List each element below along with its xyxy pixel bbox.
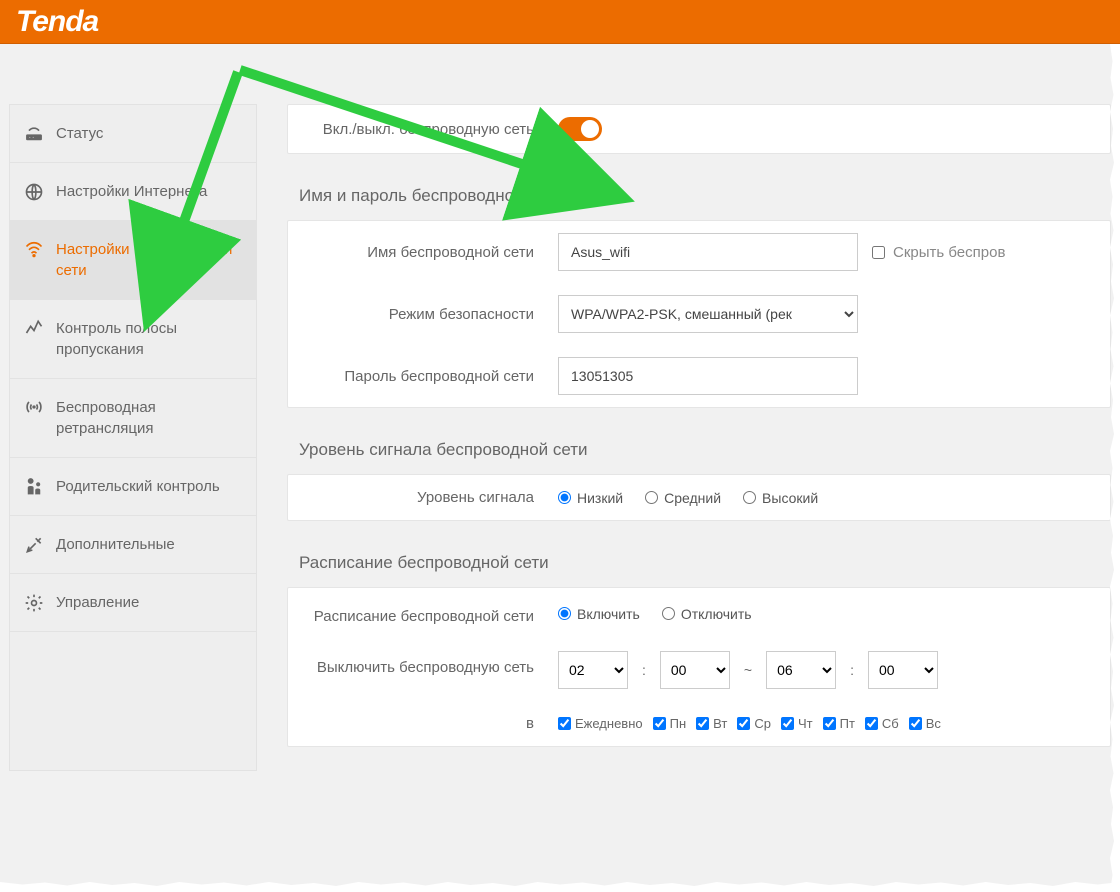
from-min-select[interactable]: 00 bbox=[660, 651, 730, 689]
signal-high-option[interactable]: Высокий bbox=[743, 490, 818, 506]
ssid-input[interactable] bbox=[558, 233, 858, 271]
schedule-label: Расписание беспроводной сети bbox=[308, 600, 534, 627]
day-sat-cb[interactable] bbox=[865, 717, 878, 730]
sidebar-item-internet[interactable]: Настройки Интернета bbox=[10, 163, 256, 221]
sidebar-item-advanced[interactable]: Дополнительные bbox=[10, 516, 256, 574]
from-hour-select[interactable]: 02 bbox=[558, 651, 628, 689]
sidebar-item-repeater[interactable]: Беспроводная ретрансляция bbox=[10, 379, 256, 458]
day-tue-label: Вт bbox=[713, 716, 727, 731]
password-label: Пароль беспроводной сети bbox=[308, 366, 534, 387]
signal-high-radio[interactable] bbox=[743, 491, 756, 504]
day-wed-cb[interactable] bbox=[737, 717, 750, 730]
hide-ssid-label: Скрыть беспров bbox=[893, 244, 1005, 261]
sidebar-item-label: Родительский контроль bbox=[56, 476, 220, 497]
chart-icon bbox=[24, 318, 44, 338]
day-daily-cb[interactable] bbox=[558, 717, 571, 730]
days-row: Ежедневно Пн Вт Ср Чт Пт Сб Вс bbox=[558, 716, 1090, 731]
sidebar-item-label: Управление bbox=[56, 592, 139, 613]
schedule-on-option[interactable]: Включить bbox=[558, 606, 640, 622]
day-wed-label: Ср bbox=[754, 716, 771, 731]
sidebar-item-label: Настройки беспроводной сети bbox=[56, 239, 242, 281]
schedule-off-label: Отключить bbox=[681, 606, 752, 622]
repeater-icon bbox=[24, 397, 44, 417]
sidebar-item-wifi[interactable]: Настройки беспроводной сети bbox=[10, 221, 256, 300]
sidebar-item-management[interactable]: Управление bbox=[10, 574, 256, 632]
schedule-on-label: Включить bbox=[577, 606, 640, 622]
tools-icon bbox=[24, 535, 44, 555]
ssid-label: Имя беспроводной сети bbox=[308, 242, 534, 263]
wifi-toggle-label: Вкл./выкл. беспроводную сеть bbox=[308, 119, 534, 140]
day-fri-label: Пт bbox=[840, 716, 855, 731]
section-title-signal: Уровень сигнала беспроводной сети bbox=[287, 432, 1111, 474]
day-wed[interactable]: Ср bbox=[737, 716, 771, 731]
day-daily[interactable]: Ежедневно bbox=[558, 716, 643, 731]
day-tue-cb[interactable] bbox=[696, 717, 709, 730]
signal-radios: Низкий Средний Высокий bbox=[558, 490, 1090, 506]
section-title-name: Имя и пароль беспроводной сети bbox=[287, 178, 1111, 220]
signal-label: Уровень сигнала bbox=[308, 487, 534, 508]
day-sun[interactable]: Вс bbox=[909, 716, 941, 731]
day-mon[interactable]: Пн bbox=[653, 716, 687, 731]
sidebar-item-label: Дополнительные bbox=[56, 534, 175, 555]
sidebar-item-label: Беспроводная ретрансляция bbox=[56, 397, 242, 439]
torn-edge-bottom bbox=[0, 882, 1120, 892]
day-mon-label: Пн bbox=[670, 716, 687, 731]
colon-sep: : bbox=[642, 662, 646, 678]
hide-ssid-checkbox[interactable] bbox=[872, 246, 885, 259]
day-mon-cb[interactable] bbox=[653, 717, 666, 730]
offtime-label: Выключить беспроводную сеть bbox=[308, 651, 534, 678]
signal-low-label: Низкий bbox=[577, 490, 623, 506]
sidebar-item-label: Контроль полосы пропускания bbox=[56, 318, 242, 360]
torn-edge-right bbox=[1110, 44, 1120, 892]
day-sat[interactable]: Сб bbox=[865, 716, 899, 731]
family-icon bbox=[24, 476, 44, 496]
header: Tenda bbox=[0, 0, 1120, 44]
sidebar-item-parental[interactable]: Родительский контроль bbox=[10, 458, 256, 516]
to-hour-select[interactable]: 06 bbox=[766, 651, 836, 689]
schedule-on-radio[interactable] bbox=[558, 607, 571, 620]
router-icon bbox=[24, 124, 44, 144]
signal-low-option[interactable]: Низкий bbox=[558, 490, 623, 506]
sidebar-item-status[interactable]: Статус bbox=[10, 105, 256, 163]
day-sun-label: Вс bbox=[926, 716, 941, 731]
day-sun-cb[interactable] bbox=[909, 717, 922, 730]
brand-logo: Tenda bbox=[16, 5, 98, 39]
schedule-off-radio[interactable] bbox=[662, 607, 675, 620]
security-select[interactable]: WPA/WPA2-PSK, смешанный (рек bbox=[558, 295, 858, 333]
signal-mid-radio[interactable] bbox=[645, 491, 658, 504]
day-fri[interactable]: Пт bbox=[823, 716, 855, 731]
wifi-enable-toggle[interactable] bbox=[558, 117, 602, 141]
day-tue[interactable]: Вт bbox=[696, 716, 727, 731]
password-input[interactable] bbox=[558, 357, 858, 395]
colon-sep: : bbox=[850, 662, 854, 678]
day-fri-cb[interactable] bbox=[823, 717, 836, 730]
schedule-radios: Включить Отключить bbox=[558, 606, 1090, 622]
day-thu-cb[interactable] bbox=[781, 717, 794, 730]
security-label: Режим безопасности bbox=[308, 304, 534, 325]
wifi-icon bbox=[24, 239, 44, 259]
signal-low-radio[interactable] bbox=[558, 491, 571, 504]
signal-mid-label: Средний bbox=[664, 490, 721, 506]
signal-mid-option[interactable]: Средний bbox=[645, 490, 721, 506]
to-min-select[interactable]: 00 bbox=[868, 651, 938, 689]
day-daily-label: Ежедневно bbox=[575, 716, 643, 731]
day-thu-label: Чт bbox=[798, 716, 813, 731]
day-thu[interactable]: Чт bbox=[781, 716, 813, 731]
range-sep: ~ bbox=[744, 662, 752, 678]
gear-icon bbox=[24, 593, 44, 613]
signal-high-label: Высокий bbox=[762, 490, 818, 506]
sidebar: Статус Настройки Интернета Настройки бес… bbox=[9, 104, 257, 771]
main-content: Вкл./выкл. беспроводную сеть Имя и парол… bbox=[287, 104, 1111, 771]
time-range: 02 : 00 ~ 06 : 00 bbox=[558, 651, 1090, 689]
sidebar-item-label: Статус bbox=[56, 123, 103, 144]
sidebar-item-label: Настройки Интернета bbox=[56, 181, 207, 202]
section-title-schedule: Расписание беспроводной сети bbox=[287, 545, 1111, 587]
schedule-off-option[interactable]: Отключить bbox=[662, 606, 752, 622]
globe-icon bbox=[24, 182, 44, 202]
sidebar-item-bandwidth[interactable]: Контроль полосы пропускания bbox=[10, 300, 256, 379]
hide-ssid-row[interactable]: Скрыть беспров bbox=[872, 244, 1005, 261]
day-sat-label: Сб bbox=[882, 716, 899, 731]
days-label: в bbox=[308, 713, 534, 734]
